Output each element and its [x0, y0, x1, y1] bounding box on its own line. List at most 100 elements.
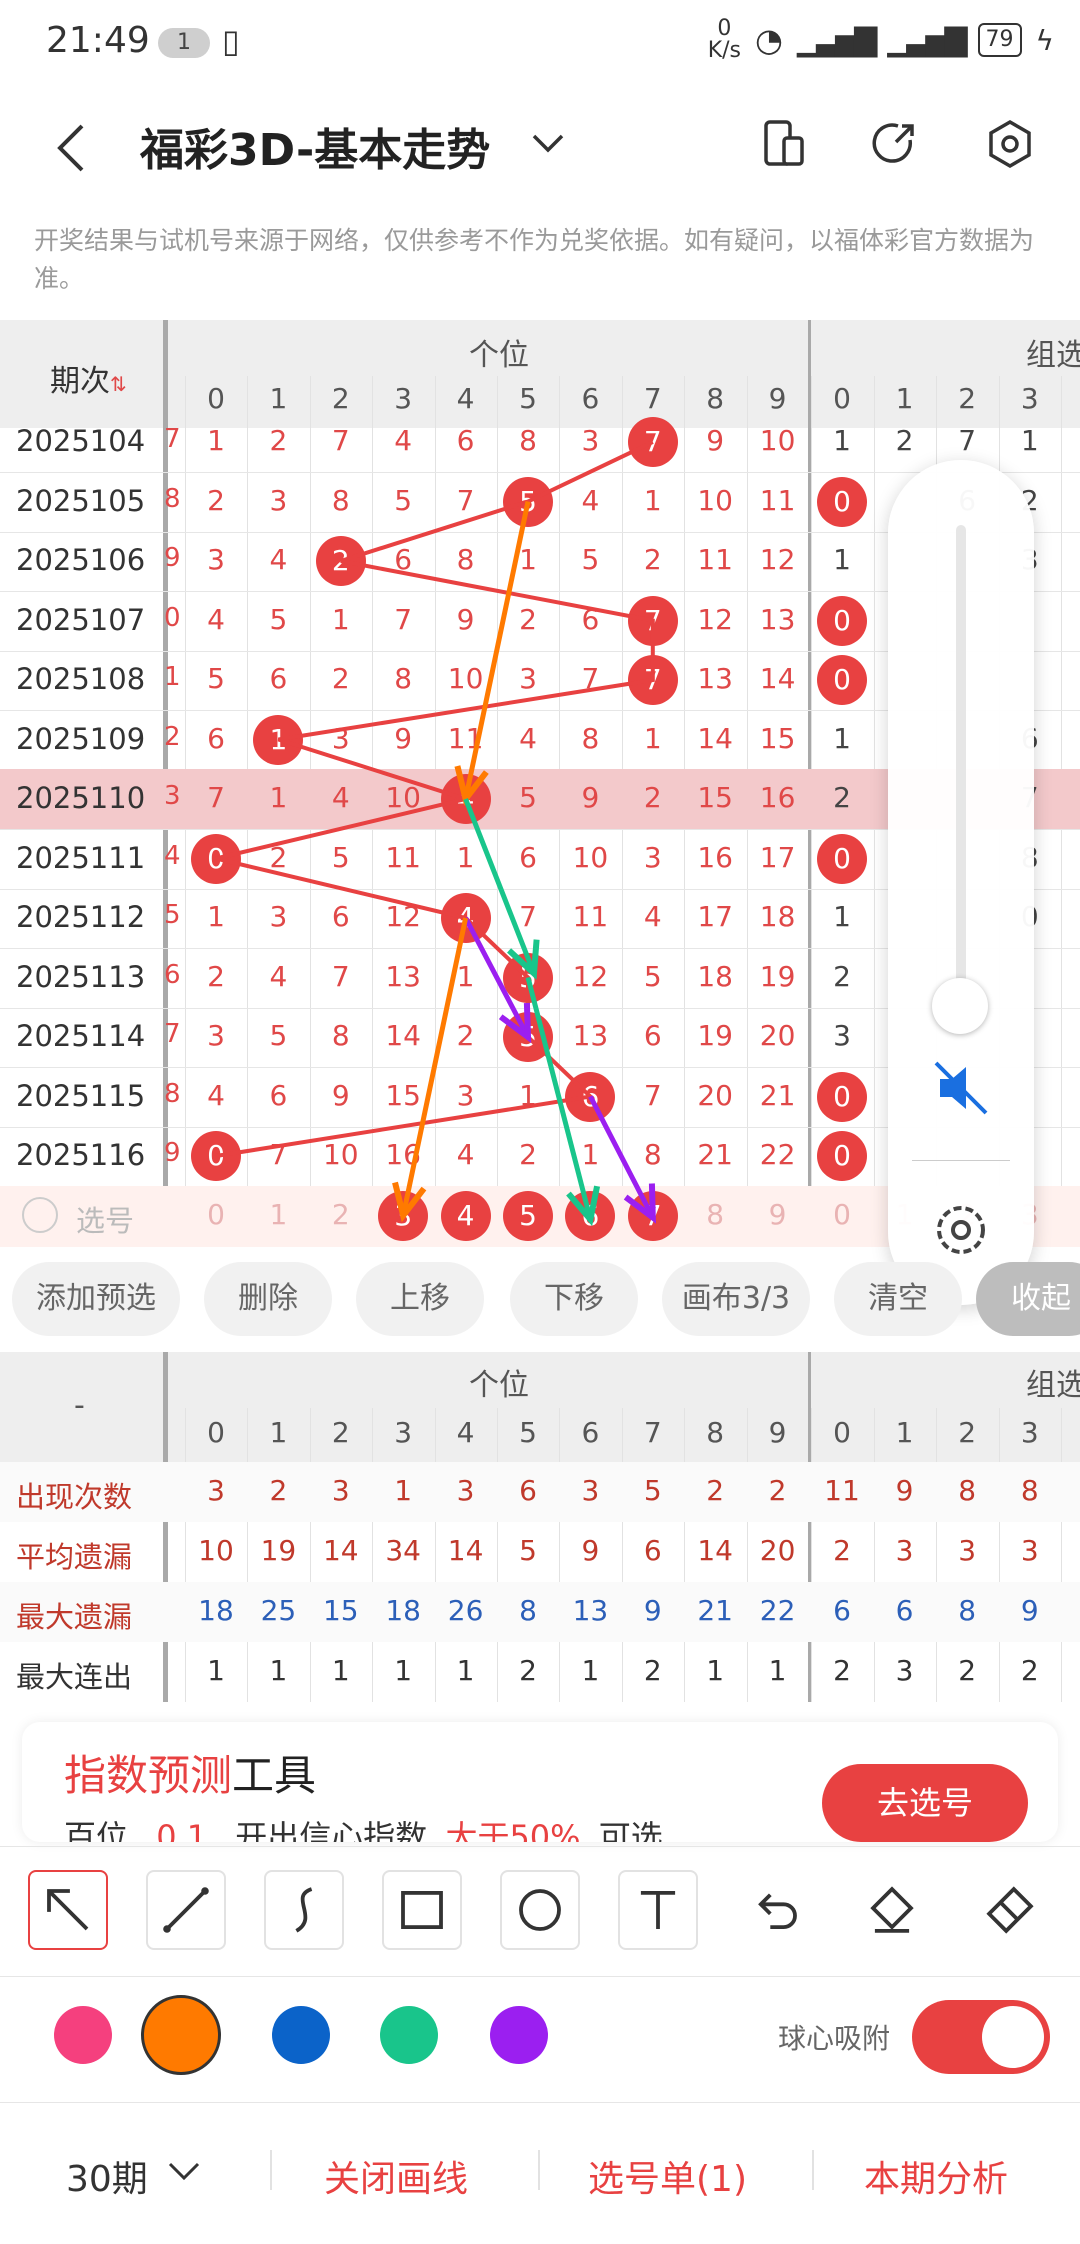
stats-digit-2: 2	[331, 1416, 350, 1449]
arrow-orange-2[interactable]	[392, 917, 469, 1223]
promo-line: 百位 0 1 开出信心指数 大于50% 可选	[64, 1812, 663, 1842]
trend-line	[215, 440, 655, 1158]
mute-icon[interactable]	[928, 1055, 994, 1121]
rectangle-tool-icon[interactable]	[382, 1870, 462, 1950]
stats-row-label: 最大遗漏	[16, 1600, 133, 1634]
volume-panel[interactable]	[888, 460, 1034, 1305]
stats-zx-digit-1: 1	[895, 1416, 914, 1449]
move-up-button[interactable]: 上移	[356, 1262, 484, 1336]
stats-zx-value: 3	[895, 1534, 914, 1567]
stats-value: 26	[447, 1594, 484, 1627]
stats-group-zuxuan: 组选	[1026, 1368, 1080, 1403]
arrow-tool-icon[interactable]	[28, 1870, 108, 1950]
period-select[interactable]: 30期	[66, 2150, 148, 2202]
stats-row-label: 出现次数	[16, 1480, 133, 1514]
stats-value: 14	[447, 1534, 484, 1567]
stats-value: 2	[269, 1474, 288, 1507]
palette-divider	[0, 1976, 1080, 1977]
stats-zx-value: 2	[833, 1654, 851, 1687]
stats-digit-0: 0	[207, 1416, 225, 1449]
go-pick-button[interactable]: 去选号	[822, 1764, 1028, 1842]
stats-zx-value: 3	[1020, 1534, 1039, 1567]
stats-value: 21	[697, 1594, 733, 1627]
charging-icon: ϟ	[1035, 23, 1054, 57]
move-down-button[interactable]: 下移	[510, 1262, 638, 1336]
stats-value: 14	[322, 1534, 359, 1567]
stats-value: 1	[456, 1654, 475, 1687]
collapse-button[interactable]: 收起	[976, 1262, 1080, 1336]
color-swatch-0[interactable]	[54, 2006, 112, 2064]
stats-value: 1	[394, 1654, 413, 1687]
delete-button[interactable]: 删除	[204, 1262, 332, 1336]
snap-toggle[interactable]	[912, 2000, 1050, 2074]
disclaimer-text: 开奖结果与试机号来源于网络，仅供参考不作为兑奖依据。如有疑问，以福体彩官方数据为…	[34, 226, 1035, 293]
stats-digit-8: 8	[706, 1416, 725, 1449]
battery-icon: 79	[977, 23, 1022, 57]
stats-value: 2	[768, 1474, 787, 1507]
promo-title: 指数预测工具	[64, 1742, 316, 1803]
snap-toggle-knob	[982, 2006, 1044, 2068]
stats-value: 9	[643, 1594, 662, 1627]
undo-icon[interactable]	[736, 1870, 816, 1950]
status-right: 0 K/s ◔ ▁▃▅▇ ▁▃▅▇ 79 ϟ	[708, 18, 1054, 62]
stats-value: 2	[519, 1654, 537, 1687]
color-swatch-2[interactable]	[272, 2006, 330, 2064]
stats-zx-value: 8	[958, 1594, 977, 1627]
stats-zx-value: 11	[824, 1474, 860, 1507]
stats-value: 9	[581, 1534, 600, 1567]
stats-value: 3	[456, 1474, 475, 1507]
layout-icon[interactable]	[756, 116, 812, 172]
back-icon[interactable]	[52, 120, 92, 176]
add-preselect-button[interactable]: 添加预选	[12, 1262, 180, 1336]
line-tool-icon[interactable]	[146, 1870, 226, 1950]
stats-digit-3: 3	[394, 1416, 413, 1449]
period-chevron-icon[interactable]	[166, 2160, 202, 2184]
stats-value: 2	[643, 1654, 662, 1687]
volume-track[interactable]	[956, 525, 966, 1005]
nav-sep-1	[270, 2150, 272, 2190]
color-swatch-1[interactable]	[141, 1995, 221, 2075]
arrow-green-1[interactable]	[463, 798, 540, 980]
stats-zx-value: 3	[895, 1654, 914, 1687]
settings-icon[interactable]	[982, 116, 1038, 172]
stats-value: 6	[519, 1474, 537, 1507]
promo-title-black: 工具	[232, 1751, 317, 1800]
circle-tool-icon[interactable]	[500, 1870, 580, 1950]
stats-value: 6	[643, 1534, 662, 1567]
eraser-icon[interactable]	[852, 1870, 932, 1950]
clock: 21:49	[46, 20, 150, 61]
page-title[interactable]: 福彩3D-基本走势	[140, 114, 490, 178]
stats-zx-value: 2	[1020, 1654, 1039, 1687]
analysis-button[interactable]: 本期分析	[864, 2150, 1008, 2202]
pick-list-button[interactable]: 选号单(1)	[588, 2150, 747, 2202]
promo-mid: 开出信心指数	[235, 1818, 428, 1842]
clear-button[interactable]: 清空	[834, 1262, 962, 1336]
stats-row-label: 最大连出	[16, 1660, 133, 1694]
gear-icon[interactable]	[926, 1195, 996, 1265]
stats-digit-4: 4	[456, 1416, 475, 1449]
stats-value: 1	[581, 1654, 600, 1687]
color-swatch-4[interactable]	[490, 2006, 548, 2064]
color-swatch-3[interactable]	[380, 2006, 438, 2064]
vibrate-icon: ▯	[222, 22, 240, 60]
stats-value: 34	[385, 1534, 421, 1567]
chevron-down-icon[interactable]	[530, 132, 566, 156]
volume-slider-thumb[interactable]	[932, 978, 988, 1034]
curve-tool-icon[interactable]	[264, 1870, 344, 1950]
share-icon[interactable]	[866, 116, 922, 172]
text-tool-icon[interactable]	[618, 1870, 698, 1950]
close-lines-button[interactable]: 关闭画线	[324, 2150, 468, 2202]
stats-row-label: 平均遗漏	[16, 1540, 133, 1574]
stats-value: 1	[331, 1654, 350, 1687]
arrow-purple-2[interactable]	[588, 1095, 656, 1224]
notification-count: 1	[158, 28, 210, 58]
canvas-page-button[interactable]: 画布3/3	[662, 1262, 810, 1336]
promo-line-label: 百位	[64, 1818, 129, 1842]
arrow-orange-1[interactable]	[454, 500, 531, 806]
net-speed-unit: K/s	[707, 38, 741, 63]
clear-canvas-icon[interactable]	[970, 1870, 1050, 1950]
stats-digit-1: 1	[269, 1416, 288, 1449]
stats-group-separator	[808, 1352, 811, 1702]
stats-value: 1	[269, 1654, 288, 1687]
stats-zx-digit-0: 0	[833, 1416, 851, 1449]
